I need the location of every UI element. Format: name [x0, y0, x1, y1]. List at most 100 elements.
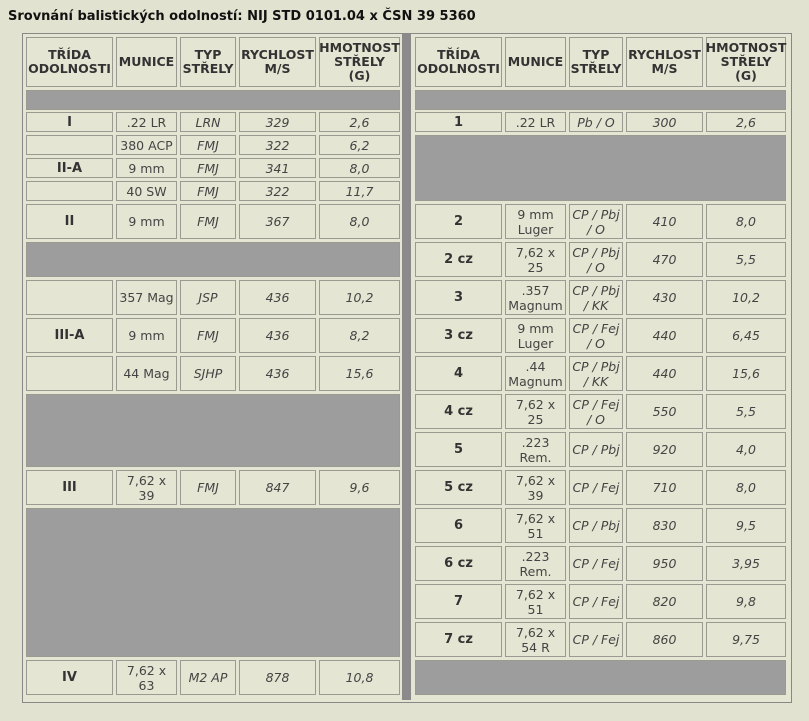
nij-cell-ammo: 40 SW — [116, 181, 177, 201]
nij-cell-speed: 322 — [239, 181, 316, 201]
nij-cell-type: M2 AP — [180, 660, 236, 695]
nij-cell-type: JSP — [180, 280, 236, 315]
csn-cell-type-text: CP / Fej — [572, 556, 620, 571]
nij-cell-type-text: JSP — [198, 290, 218, 305]
csn-cell-ammo: 7,62 x 25 — [505, 394, 566, 429]
csn-cell-ammo-text: 9 mm Luger — [517, 206, 554, 237]
csn-cell-speed-text: 710 — [652, 480, 677, 495]
nij-cell-mass-text: 8,0 — [349, 214, 370, 229]
nij-cell-mass: 15,6 — [319, 356, 400, 391]
table-separator — [402, 34, 411, 700]
csn-cell-ammo: 7,62 x 51 — [505, 508, 566, 543]
nij-cell-speed-text: 367 — [265, 214, 290, 229]
nij-cell-mass-text: 6,2 — [349, 137, 370, 153]
nij-class: II — [26, 204, 113, 239]
nij-cell-mass-text: 8,2 — [349, 328, 370, 343]
csn-cell-cls-text: 7 cz — [444, 632, 473, 647]
csn-cell-cls-text: 5 — [453, 442, 464, 457]
nij-header-mass-text: HMOTNOST STŘELY (G) — [319, 40, 400, 83]
nij-cell-ammo-text: 357 Mag — [119, 290, 174, 305]
nij-cell-mass-text: 10,8 — [345, 670, 374, 685]
nij-cell-ammo: 44 Mag — [116, 356, 177, 391]
csn-cell-type-text: CP / Pbj — [572, 518, 620, 533]
nij-class: III-A — [26, 318, 113, 353]
csn-cell-cls: 2 — [415, 204, 502, 239]
nij-cell-type-text: FMJ — [197, 160, 219, 176]
nij-cell-speed-text: 322 — [265, 137, 290, 153]
csn-header-class: TŘÍDA ODOLNOSTI — [415, 37, 502, 87]
csn-cell-type-text: CP / Fej / O — [572, 320, 620, 351]
csn-cell-cls: 6 — [415, 508, 502, 543]
csn-cell-type: CP / Fej — [569, 584, 623, 619]
csn-cell-ammo-text: .223 Rem. — [519, 434, 552, 465]
nij-cell-mass-text: 11,7 — [345, 183, 374, 199]
csn-gray-block — [415, 135, 786, 201]
csn-cell-ammo-text: .357 Magnum — [508, 282, 563, 313]
csn-cell-type-text: CP / Pbj / KK — [572, 282, 620, 313]
csn-header-mass: HMOTNOST STŘELY (G) — [706, 37, 786, 87]
csn-cell-ammo: .22 LR — [505, 112, 566, 132]
nij-gray-block — [26, 394, 400, 467]
csn-cell-type: CP / Pbj / O — [569, 242, 623, 277]
csn-cell-mass-text: 2,6 — [736, 114, 756, 130]
nij-cell-type: FMJ — [180, 470, 236, 505]
csn-cell-cls: 3 cz — [415, 318, 502, 353]
csn-cell-speed: 830 — [626, 508, 703, 543]
nij-header-class-text: TŘÍDA ODOLNOSTI — [28, 47, 111, 76]
csn-cell-ammo: 7,62 x 25 — [505, 242, 566, 277]
page-title: Srovnání balistických odolností: NIJ STD… — [8, 9, 476, 24]
csn-cell-cls-text: 4 cz — [444, 404, 473, 419]
nij-cell-ammo-text: 44 Mag — [123, 366, 170, 381]
csn-cell-mass-text: 15,6 — [732, 366, 760, 381]
csn-cell-cls: 5 cz — [415, 470, 502, 505]
csn-cell-ammo: 9 mm Luger — [505, 204, 566, 239]
nij-cell-type: FMJ — [180, 204, 236, 239]
nij-cell-type-text: FMJ — [197, 328, 219, 343]
csn-cell-mass: 9,8 — [706, 584, 786, 619]
nij-cell-ammo-text: 7,62 x 39 — [126, 472, 167, 503]
csn-cell-ammo-text: 7,62 x 51 — [515, 510, 556, 541]
csn-cell-speed-text: 820 — [652, 594, 677, 609]
nij-cell-type-text: FMJ — [197, 480, 219, 495]
csn-cell-cls: 2 cz — [415, 242, 502, 277]
csn-cell-cls-text: 2 — [453, 214, 464, 229]
nij-cell-ammo-text: 9 mm — [128, 328, 165, 343]
csn-cell-cls: 1 — [415, 112, 502, 132]
csn-cell-type-text: CP / Fej / O — [572, 396, 620, 427]
nij-cell-speed: 878 — [239, 660, 316, 695]
csn-cell-speed: 300 — [626, 112, 703, 132]
csn-cell-mass-text: 9,8 — [736, 594, 756, 609]
csn-cell-type-text: CP / Fej — [572, 594, 620, 609]
csn-cell-mass: 10,2 — [706, 280, 786, 315]
csn-cell-mass-text: 8,0 — [736, 214, 756, 229]
nij-gray-block — [26, 242, 400, 277]
nij-cell-mass: 11,7 — [319, 181, 400, 201]
nij-class: III — [26, 470, 113, 505]
nij-cell-ammo: 357 Mag — [116, 280, 177, 315]
nij-cell-speed-text: 436 — [265, 366, 290, 381]
csn-cell-mass: 6,45 — [706, 318, 786, 353]
nij-cell-speed-text: 847 — [265, 480, 290, 495]
csn-cell-mass-text: 9,5 — [736, 518, 756, 533]
csn-cell-cls-text: 2 cz — [444, 252, 473, 267]
nij-cell-ammo-text: 7,62 x 63 — [126, 662, 167, 693]
csn-cell-mass-text: 5,5 — [736, 252, 756, 267]
csn-cell-mass: 5,5 — [706, 394, 786, 429]
csn-cell-mass-text: 3,95 — [732, 556, 760, 571]
nij-cell-type: FMJ — [180, 158, 236, 178]
csn-cell-ammo-text: 7,62 x 39 — [515, 472, 556, 503]
csn-cell-type-text: CP / Pbj / O — [572, 244, 620, 275]
csn-cell-ammo-text: 9 mm Luger — [517, 320, 554, 351]
nij-cell-mass: 9,6 — [319, 470, 400, 505]
csn-cell-speed: 860 — [626, 622, 703, 657]
csn-cell-mass: 15,6 — [706, 356, 786, 391]
nij-cell-mass: 8,0 — [319, 158, 400, 178]
nij-cell-ammo: .22 LR — [116, 112, 177, 132]
csn-header-class-text: TŘÍDA ODOLNOSTI — [417, 47, 500, 76]
nij-cell-type-text: FMJ — [197, 137, 219, 153]
nij-cell-type: FMJ — [180, 135, 236, 155]
nij-header-ammo: MUNICE — [116, 37, 177, 87]
nij-class-text: II — [64, 214, 75, 229]
nij-header-mass: HMOTNOST STŘELY (G) — [319, 37, 400, 87]
csn-cell-mass-text: 8,0 — [736, 480, 756, 495]
